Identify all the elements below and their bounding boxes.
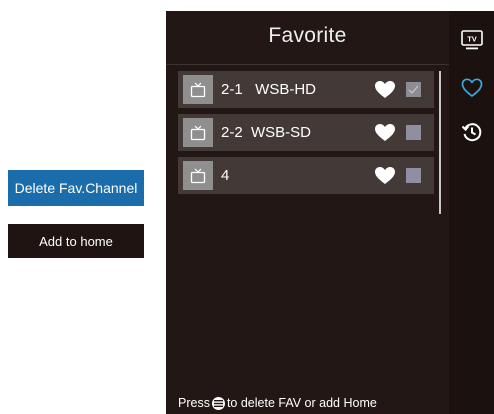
channel-checkbox[interactable] [406,168,421,183]
channel-label: 4 [221,167,230,184]
delete-fav-channel-button[interactable]: Delete Fav.Channel [8,170,144,206]
panel-title: Favorite [268,24,347,47]
footer-hint: Press to delete FAV or add Home [178,395,377,411]
tv-channel-icon [183,161,213,190]
favorite-panel: Favorite 2-1 WSB-HD 2-2 WSB-SD 4 Press t… [166,11,449,414]
channel-label: 2-1 WSB-HD [221,81,317,98]
favorite-heart-icon [374,166,396,185]
svg-text:TV: TV [467,35,477,44]
footer-text-after: to delete FAV or add Home [226,396,377,410]
tv-channel-icon [183,75,213,104]
channel-row-2[interactable]: 2-2 WSB-SD [178,114,434,151]
favorite-heart-icon [374,123,396,142]
add-to-home-button[interactable]: Add to home [8,224,144,258]
channel-checkbox[interactable] [406,82,421,97]
channel-row-1[interactable]: 2-1 WSB-HD [178,71,434,108]
channel-row-3[interactable]: 4 [178,157,434,194]
favorite-heart-icon [374,80,396,99]
menu-key-icon [211,396,225,410]
heart-icon[interactable] [461,77,483,99]
history-icon[interactable] [461,121,483,143]
channel-label: 2-2 WSB-SD [221,124,312,141]
footer-text-before: Press [178,396,210,410]
side-icon-strip: TV [449,11,494,414]
tv-icon[interactable]: TV [461,29,483,51]
channel-list: 2-1 WSB-HD 2-2 WSB-SD 4 [178,71,434,200]
title-divider [166,64,449,65]
scrollbar[interactable] [439,71,441,214]
tv-channel-icon [183,118,213,147]
channel-checkbox[interactable] [406,125,421,140]
